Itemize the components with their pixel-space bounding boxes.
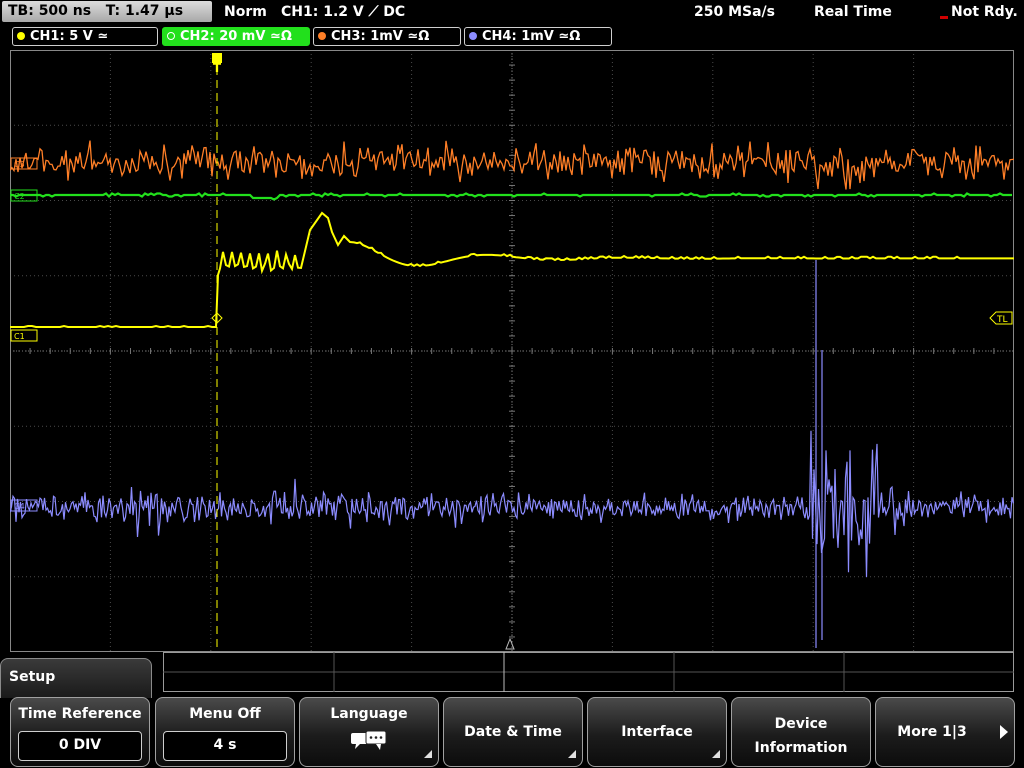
more-label: More 1|3 bbox=[897, 724, 967, 740]
ch3-label: CH3: 1mV bbox=[331, 29, 403, 44]
device-information-button[interactable]: Device Information bbox=[731, 697, 871, 767]
ch4-coupling: ≃Ω bbox=[553, 29, 581, 44]
speech-bubbles-icon bbox=[351, 730, 387, 750]
ch4-color-dot bbox=[469, 32, 477, 40]
sample-rate: 250 MSa/s bbox=[694, 4, 776, 20]
submenu-corner-icon bbox=[568, 750, 576, 758]
ch1-marker-label: C1 bbox=[14, 332, 25, 341]
time-reference-value: 0 DIV bbox=[18, 731, 142, 761]
trigger-setting: CH1: 1.2 V ⟋ DC bbox=[281, 4, 406, 20]
tab-ch3[interactable]: CH3: 1mV ≃Ω bbox=[313, 27, 461, 46]
ch2-color-dot bbox=[167, 32, 175, 40]
menu-off-button[interactable]: Menu Off 4 s bbox=[155, 697, 295, 767]
time-reference-label: Time Reference bbox=[18, 706, 142, 722]
menu-title-tab: Setup bbox=[0, 658, 152, 698]
submenu-corner-icon bbox=[424, 750, 432, 758]
menu-off-label: Menu Off bbox=[189, 706, 261, 722]
ch4-label: CH4: 1mV bbox=[482, 29, 554, 44]
ch3-coupling: ≃Ω bbox=[402, 29, 430, 44]
ch1-color-dot bbox=[17, 32, 25, 40]
ch4-marker-label: C4 bbox=[14, 502, 25, 511]
menu-off-value: 4 s bbox=[163, 731, 287, 761]
ch3-marker-label: C3 bbox=[14, 160, 25, 169]
ch3-color-dot bbox=[318, 32, 326, 40]
trigger-level-label: TL bbox=[996, 315, 1008, 325]
next-page-arrow-icon bbox=[1000, 725, 1008, 739]
trigger-time-text: T: 1.47 µs bbox=[105, 3, 184, 19]
acquisition-mode: Real Time bbox=[814, 4, 892, 20]
date-time-button[interactable]: Date & Time bbox=[443, 697, 583, 767]
more-button[interactable]: More 1|3 bbox=[875, 697, 1015, 767]
ch1-label: CH1: 5 V bbox=[30, 29, 93, 44]
tab-ch4[interactable]: CH4: 1mV ≃Ω bbox=[464, 27, 612, 46]
timebase-text: TB: 500 ns bbox=[8, 3, 92, 19]
tab-ch1[interactable]: CH1: 5 V ≃ bbox=[12, 27, 158, 46]
not-ready-indicator bbox=[940, 16, 948, 19]
submenu-corner-icon bbox=[712, 750, 720, 758]
interface-label: Interface bbox=[621, 724, 693, 740]
trigger-flag-label: T bbox=[213, 61, 222, 75]
menu-title: Setup bbox=[9, 669, 56, 685]
interface-button[interactable]: Interface bbox=[587, 697, 727, 767]
tab-ch2[interactable]: CH2: 20 mV ≃Ω bbox=[162, 27, 310, 46]
language-label: Language bbox=[330, 706, 408, 722]
device-information-label: Device Information bbox=[754, 716, 848, 756]
language-button[interactable]: Language bbox=[299, 697, 439, 767]
zoom-overview-strip bbox=[163, 652, 1014, 692]
ch2-coupling: ≃Ω bbox=[265, 29, 292, 44]
date-time-label: Date & Time bbox=[464, 724, 562, 740]
waveform-display[interactable]: T C3 C2 C1 C4 TL bbox=[10, 50, 1014, 652]
ch2-marker-label: C2 bbox=[14, 192, 25, 201]
trigger-mode: Norm bbox=[224, 4, 267, 20]
timebase-box[interactable]: TB: 500 ns T: 1.47 µs bbox=[2, 1, 212, 22]
time-reference-button[interactable]: Time Reference 0 DIV bbox=[10, 697, 150, 767]
ch1-coupling: ≃ bbox=[92, 29, 109, 44]
ch2-label: CH2: 20 mV bbox=[180, 29, 266, 44]
status-bar: TB: 500 ns T: 1.47 µs Norm CH1: 1.2 V ⟋ … bbox=[0, 0, 1024, 24]
acquisition-status: Not Rdy. bbox=[951, 4, 1018, 20]
trigger-flag-icon[interactable]: T bbox=[212, 53, 222, 75]
